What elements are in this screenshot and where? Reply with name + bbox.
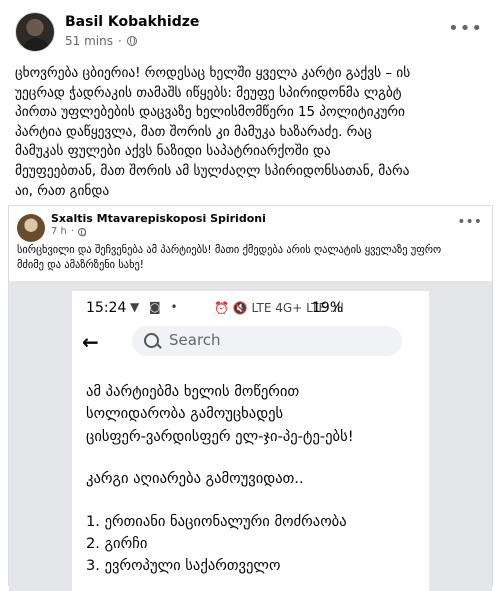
phone-search-bar: Search [132, 326, 402, 356]
post-text-line: პარტია დაწყევლა, მათ შორის კი მამუკა ხაზ… [15, 124, 372, 140]
globe-icon [78, 227, 87, 237]
phone-message: ამ პარტიებმა ხელის მოწერით სოლიდარობა გა… [86, 381, 416, 578]
meta-separator: · [117, 34, 122, 48]
post-text-line: აი, რათ გინდა [15, 183, 110, 199]
post-text: ცხოვრება ცბიერია! როდესაც ხელში ყველა კა… [15, 64, 485, 201]
globe-icon[interactable] [126, 36, 137, 46]
meta-separator: · [70, 226, 75, 237]
post-text-line: მამუკას ფულები აქვს ნაზიდი საპატრიარქოში… [15, 144, 331, 160]
search-placeholder: Search [169, 331, 221, 349]
shared-text-line: სირცხვილი და შეჩვენება ამ პარტიებს! მათი… [17, 244, 442, 256]
more-options-button[interactable]: ••• [448, 18, 483, 39]
search-icon [144, 333, 159, 348]
message-line: სოლიდარობა გამოუცხადეს [86, 405, 284, 423]
shared-post-text: სირცხვილი და შეჩვენება ამ პარტიებს! მათი… [17, 243, 483, 272]
message-line: 2. გირჩი [86, 535, 148, 553]
post-header: Basil Kobakhidze 51 mins · ••• [15, 12, 485, 56]
phone-status-bar: 15:24 ▼ ◙ • ⏰ 🔇 LTE 4G+ LTE .ıll 19% [86, 300, 416, 318]
post-meta: 51 mins · [65, 34, 137, 48]
shared-post-meta: 7 h · [51, 226, 87, 237]
notification-icons: ▼ ◙ • [130, 300, 181, 314]
arrow-left-icon: ← [82, 330, 99, 354]
post-text-line: მეუფეებთან, მათ შორის ამ სულძაღლ სპირიდო… [15, 163, 410, 179]
message-line: კარგი აღიარება გამოუვიდათ.. [86, 470, 304, 488]
author-name[interactable]: Basil Kobakhidze [65, 14, 199, 30]
shared-avatar[interactable] [17, 214, 45, 242]
phone-time: 15:24 [86, 300, 127, 316]
post-text-line: პირთა უფლებების დაცვაზე ხელისმომწერი 15 … [15, 105, 405, 121]
shared-text-line: მძიმე და ამაზრზენი სახე! [17, 258, 144, 271]
shared-author-name[interactable]: Sxaltis Mtavarepiskoposi Spiridoni [51, 212, 266, 225]
message-line: ამ პარტიებმა ხელის მოწერით [86, 383, 300, 400]
shared-post-time[interactable]: 7 h [51, 226, 67, 237]
avatar[interactable] [15, 12, 55, 52]
message-line: 1. ერთიანი ნაციონალური მოძრაობა [86, 512, 347, 530]
message-line: 3. ევროპული საქართველო [86, 557, 281, 575]
phone-screenshot[interactable]: 15:24 ▼ ◙ • ⏰ 🔇 LTE 4G+ LTE .ıll 19% ← S… [72, 291, 429, 591]
message-line: ცისფერ-ვარდისფერ ელ-ჯი-პე-ტე-ებს! [86, 427, 354, 445]
phone-search-row: ← Search [82, 326, 422, 356]
post-text-line: ცხოვრება ცბიერია! როდესაც ხელში ყველა კა… [15, 66, 411, 81]
shared-more-options-button[interactable]: ••• [457, 214, 482, 230]
shared-post[interactable]: Sxaltis Mtavarepiskoposi Spiridoni 7 h ·… [8, 205, 493, 591]
battery-level: 19% [312, 300, 344, 316]
post-time[interactable]: 51 mins [65, 34, 113, 48]
post-text-line: უეცრად ჭადრაკის თამაშს იწყებს: მეუფე სპი… [15, 85, 402, 101]
